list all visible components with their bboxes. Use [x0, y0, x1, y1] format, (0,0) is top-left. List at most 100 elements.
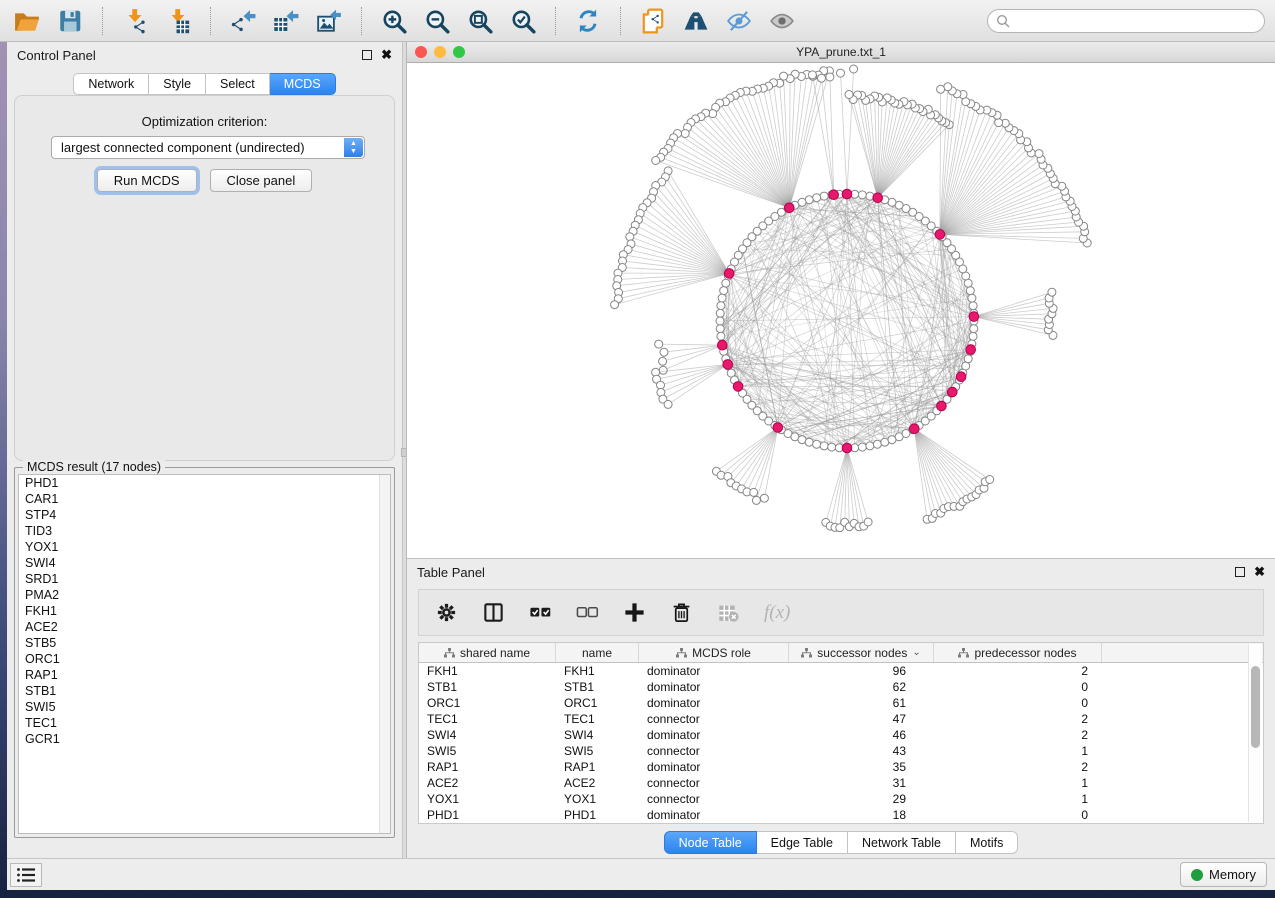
deselect-all-rows-button[interactable] [576, 601, 599, 624]
tab-style[interactable]: Style [149, 73, 206, 95]
column-namespace-icon [676, 648, 687, 658]
cell-successor-nodes: 96 [789, 663, 934, 679]
network-canvas[interactable] [407, 63, 1275, 558]
table-row[interactable]: PHD1PHD1dominator180 [419, 807, 1263, 823]
tab-edge-table[interactable]: Edge Table [757, 831, 848, 854]
table-row[interactable]: FKH1FKH1dominator962 [419, 663, 1263, 679]
column-header-successor-nodes[interactable]: successor nodes⌄ [789, 643, 934, 662]
show-all-button[interactable] [765, 5, 799, 37]
memory-status-icon [1191, 869, 1203, 881]
show-columns-button[interactable] [482, 601, 505, 624]
column-label: MCDS role [692, 646, 751, 660]
add-column-button[interactable] [623, 601, 646, 624]
cell-predecessor-nodes: 2 [934, 727, 1102, 743]
criterion-dropdown[interactable]: largest connected component (undirected)… [51, 136, 365, 159]
mcds-result-item[interactable]: STB5 [19, 635, 390, 651]
mcds-result-item[interactable]: ORC1 [19, 651, 390, 667]
cell-MCDS-role: connector [639, 775, 789, 791]
export-table-button[interactable] [269, 5, 303, 37]
mcds-result-item[interactable]: PHD1 [19, 475, 390, 491]
tab-select[interactable]: Select [206, 73, 270, 95]
dropdown-stepper-icon: ▲▼ [344, 138, 363, 157]
network-window-titlebar[interactable]: YPA_prune.txt_1 [407, 42, 1275, 63]
zoom-selected-button[interactable] [506, 5, 540, 37]
tab-network-table[interactable]: Network Table [848, 831, 956, 854]
toolbar-icon-group [10, 5, 799, 37]
mcds-result-item[interactable]: SRD1 [19, 571, 390, 587]
search-input[interactable] [1010, 14, 1256, 28]
tab-node-table[interactable]: Node Table [664, 831, 757, 854]
tab-network[interactable]: Network [73, 73, 149, 95]
delete-column-button[interactable] [670, 601, 693, 624]
export-network-button[interactable] [226, 5, 260, 37]
mcds-result-item[interactable]: STP4 [19, 507, 390, 523]
mcds-result-item[interactable]: CAR1 [19, 491, 390, 507]
refresh-view-button[interactable] [571, 5, 605, 37]
mcds-result-item[interactable]: SWI4 [19, 555, 390, 571]
table-settings-button[interactable] [435, 601, 458, 624]
cell-name: ACE2 [556, 775, 639, 791]
mcds-result-item[interactable]: TID3 [19, 523, 390, 539]
float-table-panel-icon[interactable] [1235, 567, 1245, 577]
table-row[interactable]: SWI5SWI5connector431 [419, 743, 1263, 759]
mcds-result-item[interactable]: GCR1 [19, 731, 390, 747]
column-header-shared-name[interactable]: shared name [419, 643, 556, 662]
column-header-predecessor-nodes[interactable]: predecessor nodes [934, 643, 1102, 662]
mcds-result-item[interactable]: STB1 [19, 683, 390, 699]
mcds-result-item[interactable]: YOX1 [19, 539, 390, 555]
column-header-MCDS-role[interactable]: MCDS role [639, 643, 789, 662]
memory-button[interactable]: Memory [1180, 862, 1267, 887]
zoom-fit-button[interactable] [463, 5, 497, 37]
mcds-list-scrollbar[interactable] [379, 475, 390, 833]
table-scrollbar-thumb[interactable] [1251, 666, 1260, 748]
automation-panel-button[interactable] [10, 863, 42, 887]
save-session-button[interactable] [53, 5, 87, 37]
open-file-button[interactable] [10, 5, 44, 37]
run-mcds-button[interactable]: Run MCDS [97, 169, 197, 192]
close-panel-icon[interactable]: ✖ [381, 50, 392, 60]
zoom-out-button[interactable] [420, 5, 454, 37]
cell-MCDS-role: dominator [639, 807, 789, 823]
table-scrollbar[interactable] [1248, 644, 1262, 822]
export-image-button[interactable] [312, 5, 346, 37]
tab-mcds[interactable]: MCDS [270, 73, 336, 95]
import-network-button[interactable] [118, 5, 152, 37]
table-row[interactable]: ORC1ORC1dominator610 [419, 695, 1263, 711]
mcds-result-item[interactable]: RAP1 [19, 667, 390, 683]
mcds-result-item[interactable]: TEC1 [19, 715, 390, 731]
close-panel-button[interactable]: Close panel [210, 169, 313, 192]
cell-successor-nodes: 18 [789, 807, 934, 823]
column-header-name[interactable]: name [556, 643, 639, 662]
table-row[interactable]: STB1STB1dominator620 [419, 679, 1263, 695]
clone-network-button[interactable] [636, 5, 670, 37]
search-box[interactable] [987, 9, 1265, 33]
table-row[interactable]: RAP1RAP1dominator352 [419, 759, 1263, 775]
zoom-in-button[interactable] [377, 5, 411, 37]
hide-selected-button[interactable] [722, 5, 756, 37]
cell-shared-name: TEC1 [419, 711, 556, 727]
table-row[interactable]: TEC1TEC1connector472 [419, 711, 1263, 727]
cell-MCDS-role: dominator [639, 695, 789, 711]
table-row[interactable]: YOX1YOX1connector291 [419, 791, 1263, 807]
cell-MCDS-role: dominator [639, 663, 789, 679]
mcds-result-item[interactable]: SWI5 [19, 699, 390, 715]
show-columns-icon [482, 601, 505, 624]
float-panel-icon[interactable] [362, 50, 372, 60]
mcds-result-item[interactable]: ACE2 [19, 619, 390, 635]
select-all-rows-button[interactable] [529, 601, 552, 624]
main-toolbar [0, 0, 1275, 42]
tab-motifs[interactable]: Motifs [956, 831, 1018, 854]
table-row[interactable]: SWI4SWI4dominator462 [419, 727, 1263, 743]
cell-predecessor-nodes: 2 [934, 663, 1102, 679]
mcds-result-item[interactable]: FKH1 [19, 603, 390, 619]
first-neighbors-icon [683, 8, 709, 34]
mcds-result-item[interactable]: PMA2 [19, 587, 390, 603]
cell-predecessor-nodes: 1 [934, 791, 1102, 807]
cell-name: SWI5 [556, 743, 639, 759]
table-row[interactable]: ACE2ACE2connector311 [419, 775, 1263, 791]
add-column-icon [623, 601, 646, 624]
mcds-result-list[interactable]: PHD1CAR1STP4TID3YOX1SWI4SRD1PMA2FKH1ACE2… [18, 474, 391, 834]
import-table-button[interactable] [161, 5, 195, 37]
first-neighbors-button[interactable] [679, 5, 713, 37]
close-table-panel-icon[interactable]: ✖ [1254, 567, 1265, 577]
